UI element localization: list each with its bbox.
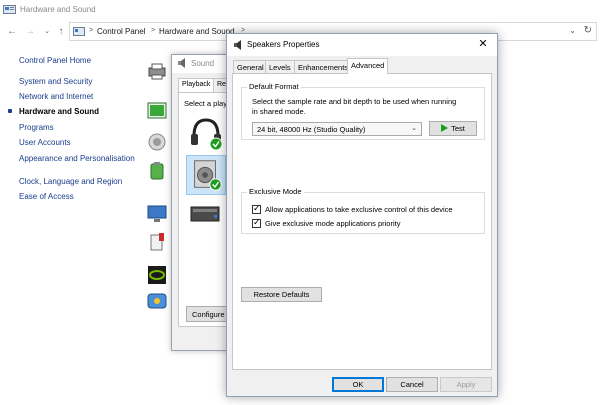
control-panel-icon	[3, 5, 16, 14]
nav-ease-of-access[interactable]: Ease of Access	[19, 191, 74, 202]
nav-network-and-internet[interactable]: Network and Internet	[19, 91, 93, 102]
exclusive-mode-group: Exclusive Mode ✓ Allow applications to t…	[241, 187, 485, 234]
power-options-icon[interactable]	[146, 160, 168, 182]
speakers-device-icon[interactable]	[186, 155, 226, 195]
cancel-button[interactable]: Cancel	[386, 377, 438, 392]
description-line: in shared mode.	[252, 106, 306, 116]
advanced-panel: Default Format Select the sample rate an…	[232, 73, 492, 370]
realtek-audio-manager-icon[interactable]	[146, 231, 168, 253]
description-line: Select the sample rate and bit depth to …	[252, 97, 457, 106]
headset-device-icon[interactable]	[186, 114, 226, 154]
active-nav-marker	[8, 109, 12, 113]
default-format-group: Default Format Select the sample rate an…	[241, 82, 485, 140]
checkmark-icon: ✓	[253, 203, 261, 213]
recent-locations-chevron-icon[interactable]: ⌄	[41, 26, 53, 38]
allow-exclusive-control-label: Allow applications to take exclusive con…	[265, 205, 453, 214]
up-arrow-icon[interactable]: ↑	[55, 26, 67, 38]
select-playback-device-label: Select a playl	[184, 99, 229, 108]
digital-output-device-icon[interactable]	[186, 196, 226, 236]
test-button-label: Test	[451, 124, 465, 133]
default-format-description: Select the sample rate and bit depth to …	[252, 97, 482, 116]
exclusive-mode-label: Exclusive Mode	[247, 187, 304, 196]
exclusive-priority-label: Give exclusive mode applications priorit…	[265, 219, 401, 228]
test-button[interactable]: Test	[429, 121, 477, 136]
default-format-label: Default Format	[247, 82, 301, 91]
apply-button[interactable]: Apply	[440, 377, 492, 392]
speakers-dialog-title: Speakers Properties	[247, 40, 320, 49]
breadcrumb-separator: >	[151, 27, 156, 34]
sound-icon[interactable]	[146, 131, 168, 153]
tab-advanced[interactable]: Advanced	[347, 58, 389, 74]
tab-enhancements[interactable]: Enhancements	[294, 60, 353, 73]
nav-user-accounts[interactable]: User Accounts	[19, 137, 71, 148]
sound-dialog-title: Sound	[191, 59, 215, 68]
nav-control-panel-home[interactable]: Control Panel Home	[19, 55, 91, 66]
exclusive-priority-checkbox[interactable]: ✓	[252, 217, 261, 228]
devices-and-printers-icon[interactable]	[146, 60, 168, 82]
nav-system-and-security[interactable]: System and Security	[19, 76, 92, 87]
default-format-select[interactable]: 24 bit, 48000 Hz (Studio Quality) ⌄	[252, 122, 422, 136]
forward-arrow-icon[interactable]: →	[24, 26, 36, 38]
close-icon[interactable]: ✕	[476, 37, 490, 51]
restore-defaults-button[interactable]: Restore Defaults	[241, 287, 322, 302]
breadcrumb-hardware-and-sound[interactable]: Hardware and Sound	[159, 27, 235, 36]
address-dropdown-icon[interactable]: ⌄	[569, 26, 576, 35]
nvidia-control-panel-icon[interactable]	[146, 264, 168, 286]
window-title: Hardware and Sound	[20, 5, 96, 14]
control-panel-icon	[73, 27, 85, 36]
chevron-down-icon: ⌄	[411, 125, 417, 132]
tab-playback[interactable]: Playback	[178, 78, 215, 92]
tab-levels[interactable]: Levels	[265, 60, 295, 73]
allow-exclusive-control-checkbox[interactable]: ✓	[252, 203, 261, 214]
speakers-dialog-titlebar: Speakers Properties ✕	[227, 34, 497, 56]
window-titlebar: Hardware and Sound	[0, 0, 600, 20]
checkmark-icon: ✓	[253, 217, 261, 227]
autoplay-icon[interactable]	[146, 100, 168, 122]
nav-programs[interactable]: Programs	[19, 122, 54, 133]
default-format-value: 24 bit, 48000 Hz (Studio Quality)	[257, 125, 366, 134]
play-icon	[441, 124, 449, 132]
display-icon[interactable]	[146, 203, 168, 225]
breadcrumb-control-panel[interactable]: Control Panel	[97, 27, 145, 36]
refresh-icon[interactable]: ↻	[584, 25, 592, 36]
nav-hardware-and-sound[interactable]: Hardware and Sound	[19, 106, 99, 117]
breadcrumb-separator: >	[89, 27, 94, 34]
ok-button[interactable]: OK	[332, 377, 384, 392]
speaker-icon	[234, 40, 241, 50]
nav-appearance-and-personalisation[interactable]: Appearance and Personalisation	[19, 153, 135, 164]
tab-general[interactable]: General	[233, 60, 268, 73]
back-arrow-icon[interactable]: ←	[6, 26, 18, 38]
nav-clock-language-region[interactable]: Clock, Language and Region	[19, 176, 122, 187]
speakers-properties-dialog: Speakers Properties ✕ General Levels Enh…	[226, 33, 498, 397]
wacom-tablet-icon[interactable]	[146, 290, 168, 312]
speaker-icon	[178, 58, 185, 68]
